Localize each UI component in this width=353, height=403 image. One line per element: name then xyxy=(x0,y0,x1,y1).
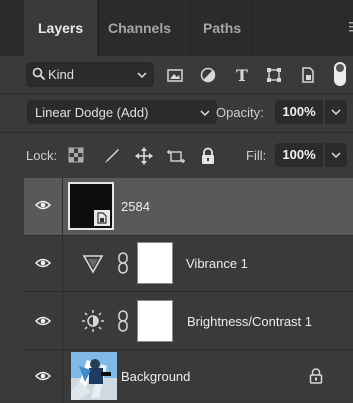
tab-paths[interactable]: Paths xyxy=(203,0,241,56)
layer-visibility-toggle[interactable] xyxy=(24,292,63,349)
opacity-dropdown-button[interactable] xyxy=(325,100,347,124)
layer-mask-thumbnail[interactable] xyxy=(137,242,173,284)
adjustment-filter-icon[interactable] xyxy=(199,66,217,84)
lock-image-pixels-icon[interactable] xyxy=(102,147,120,165)
layers-panel: Layers Channels Paths Kind T Linear Dodg… xyxy=(0,0,353,403)
filter-kind-select[interactable]: Kind xyxy=(26,62,154,87)
tab-layers[interactable]: Layers xyxy=(24,0,98,56)
layer-mask-thumbnail[interactable] xyxy=(137,300,173,342)
panel-menu-icon[interactable] xyxy=(349,22,353,37)
smart-object-badge-icon xyxy=(94,210,110,226)
tab-divider xyxy=(98,0,99,56)
panel-tab-bar: Layers Channels Paths xyxy=(0,0,353,56)
layer-row-background[interactable]: Background xyxy=(24,350,353,403)
opacity-label: Opacity: xyxy=(216,105,264,120)
blend-mode-value: Linear Dodge (Add) xyxy=(35,105,149,120)
pixel-filter-icon[interactable] xyxy=(166,66,184,84)
layer-name: Background xyxy=(121,369,191,384)
eye-icon xyxy=(35,258,51,268)
layer-row-vibrance-1[interactable]: Vibrance 1 xyxy=(24,236,353,292)
filter-kind-label: Kind xyxy=(48,67,75,82)
layer-thumbnail xyxy=(68,182,114,230)
tab-channels[interactable]: Channels xyxy=(108,0,171,56)
eye-icon xyxy=(35,200,51,210)
vibrance-adjustment-icon[interactable] xyxy=(82,252,104,279)
blend-mode-row: Linear Dodge (Add) Opacity: 100% xyxy=(0,93,353,132)
layer-visibility-toggle[interactable] xyxy=(24,350,63,403)
fill-label: Fill: xyxy=(246,148,267,163)
mask-link-icon[interactable] xyxy=(117,252,129,279)
chevron-down-icon xyxy=(331,152,341,159)
blend-mode-select[interactable]: Linear Dodge (Add) xyxy=(27,100,217,124)
lock-all-icon[interactable] xyxy=(199,147,217,165)
lock-label: Lock: xyxy=(26,148,58,163)
smart-object-filter-icon[interactable] xyxy=(299,66,317,84)
svg-text:T: T xyxy=(236,66,248,84)
layer-thumbnail xyxy=(71,352,117,400)
mask-link-icon[interactable] xyxy=(117,310,129,337)
layer-locked-icon xyxy=(309,368,323,389)
search-icon xyxy=(32,67,46,86)
lock-position-icon[interactable] xyxy=(135,147,153,165)
layer-list: 2584 Vibrance 1 Brightness/Contrast 1 Ba… xyxy=(24,178,353,403)
lock-artboard-icon[interactable] xyxy=(167,147,185,165)
eye-icon xyxy=(35,371,51,381)
layer-visibility-toggle[interactable] xyxy=(24,236,63,291)
layer-name: 2584 xyxy=(121,199,150,214)
type-filter-icon[interactable]: T xyxy=(233,66,251,85)
chevron-down-icon xyxy=(136,68,148,86)
shape-filter-icon[interactable] xyxy=(265,66,283,84)
chevron-down-icon xyxy=(331,109,341,116)
chevron-down-icon xyxy=(199,106,211,124)
tab-divider xyxy=(252,0,253,56)
eye-icon xyxy=(35,316,51,326)
layer-name: Brightness/Contrast 1 xyxy=(187,314,313,329)
fill-dropdown-button[interactable] xyxy=(325,143,347,167)
fill-input[interactable]: 100% xyxy=(275,143,323,167)
brightness-contrast-adjustment-icon[interactable] xyxy=(82,310,104,337)
lock-row: Lock: Fill: 100% xyxy=(0,132,353,178)
opacity-input[interactable]: 100% xyxy=(275,100,323,124)
layer-row-brightness-contrast-1[interactable]: Brightness/Contrast 1 xyxy=(24,292,353,350)
layer-visibility-toggle[interactable] xyxy=(24,178,63,235)
tab-divider xyxy=(190,0,191,56)
background-photo-thumbnail xyxy=(71,352,117,400)
filter-toggle[interactable] xyxy=(334,62,346,86)
layer-name: Vibrance 1 xyxy=(186,256,248,271)
layer-filter-row: Kind T xyxy=(0,56,353,93)
lock-transparent-pixels-icon[interactable] xyxy=(68,147,86,165)
layer-row-2584[interactable]: 2584 xyxy=(24,178,353,236)
